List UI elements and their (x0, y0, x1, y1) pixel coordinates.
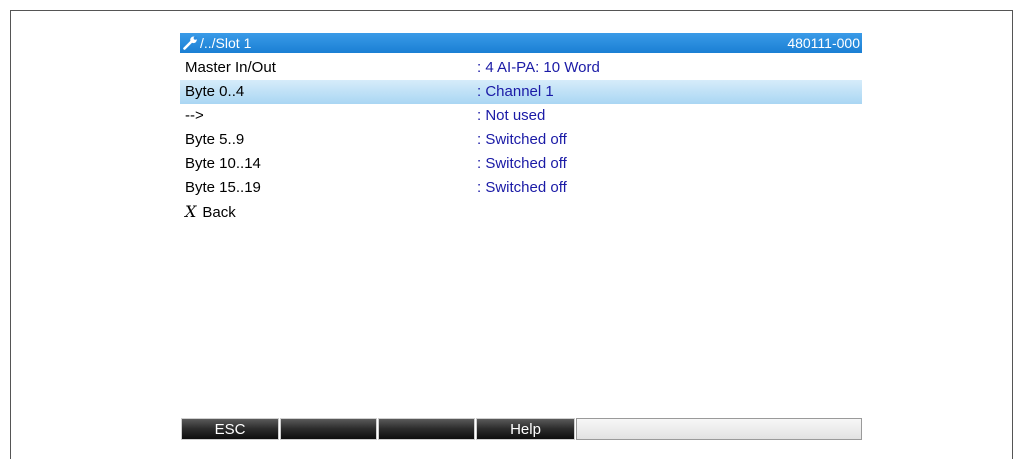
menu-item-value: : Switched off (477, 155, 567, 172)
device-code: 480111-000 (787, 35, 860, 51)
x-icon: X (185, 202, 197, 221)
menu-item-value: : 4 AI-PA: 10 Word (477, 59, 600, 76)
wrench-icon (183, 36, 197, 50)
menu-item-label: Byte 5..9 (185, 131, 245, 148)
menu-item-arrow[interactable]: --> : Not used (180, 104, 862, 128)
menu-item-byte-15-19[interactable]: Byte 15..19 : Switched off (180, 176, 862, 200)
menu-item-label: Byte 15..19 (185, 179, 261, 196)
back-label: X Back (185, 200, 236, 225)
menu-item-value: : Channel 1 (477, 83, 554, 100)
softkey-5[interactable] (576, 418, 862, 440)
menu-item-master-in-out[interactable]: Master In/Out : 4 AI-PA: 10 Word (180, 56, 862, 80)
menu-item-byte-5-9[interactable]: Byte 5..9 : Switched off (180, 128, 862, 152)
back-button[interactable]: X Back (180, 200, 862, 224)
menu-item-value: : Switched off (477, 131, 567, 148)
softkey-3[interactable] (378, 418, 475, 440)
menu-item-value: : Switched off (477, 179, 567, 196)
title-bar: /../Slot 1 480111-000 (180, 33, 862, 53)
menu-item-byte-10-14[interactable]: Byte 10..14 : Switched off (180, 152, 862, 176)
menu-item-value: : Not used (477, 107, 546, 124)
softkey-bar: ESC Help (181, 418, 863, 440)
help-softkey[interactable]: Help (476, 418, 575, 440)
menu-item-byte-0-4[interactable]: Byte 0..4 : Channel 1 (180, 80, 862, 104)
breadcrumb-path: /../Slot 1 (200, 35, 252, 51)
esc-softkey[interactable]: ESC (181, 418, 279, 440)
menu-list: Master In/Out : 4 AI-PA: 10 Word Byte 0.… (180, 56, 862, 224)
menu-item-label: --> (185, 107, 204, 124)
softkey-2[interactable] (280, 418, 377, 440)
menu-item-label: Master In/Out (185, 59, 276, 76)
back-text: Back (202, 204, 236, 221)
menu-item-label: Byte 10..14 (185, 155, 261, 172)
menu-item-label: Byte 0..4 (185, 83, 245, 100)
